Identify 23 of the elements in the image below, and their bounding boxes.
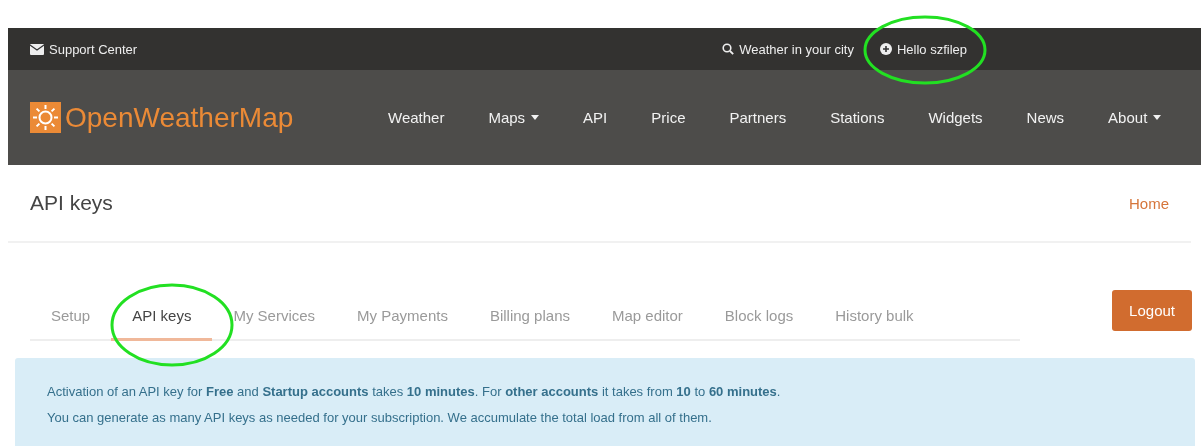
nav-link[interactable]: News <box>1004 109 1087 126</box>
nav-link[interactable]: About <box>1086 109 1184 126</box>
user-menu-link[interactable]: Hello szfilep <box>879 41 967 57</box>
nav-link[interactable]: Maps <box>466 109 562 126</box>
nav-link[interactable]: Price <box>629 109 708 126</box>
page-title: API keys <box>30 191 113 215</box>
nav-link[interactable]: Partners <box>707 109 809 126</box>
alert-text: You can generate as many API keys as needed for your subscription. We accumulate the total load from all of them. <box>47 409 713 427</box>
search-weather-link[interactable]: Weather in your city <box>722 41 854 57</box>
sun-icon <box>30 102 61 133</box>
nav-link[interactable]: Weather <box>366 109 467 126</box>
envelope-icon <box>30 43 44 55</box>
nav-link[interactable]: API <box>561 109 630 126</box>
nav-link[interactable]: Stations <box>808 109 907 126</box>
search-icon <box>722 43 735 55</box>
tab[interactable]: API keys <box>111 295 213 341</box>
alert-text: Activation of an API key for Free and Startup accounts takes 10 minutes. For other accounts it takes from 10 to 60 minutes. <box>47 383 782 401</box>
logout-button[interactable]: Logout <box>1112 290 1192 331</box>
support-center-link[interactable]: Support Center <box>30 41 138 57</box>
nav-link[interactable]: Widgets <box>906 109 1005 126</box>
caret-icon <box>1153 115 1162 120</box>
caret-icon <box>531 115 540 120</box>
plus-circle-icon <box>879 43 892 55</box>
